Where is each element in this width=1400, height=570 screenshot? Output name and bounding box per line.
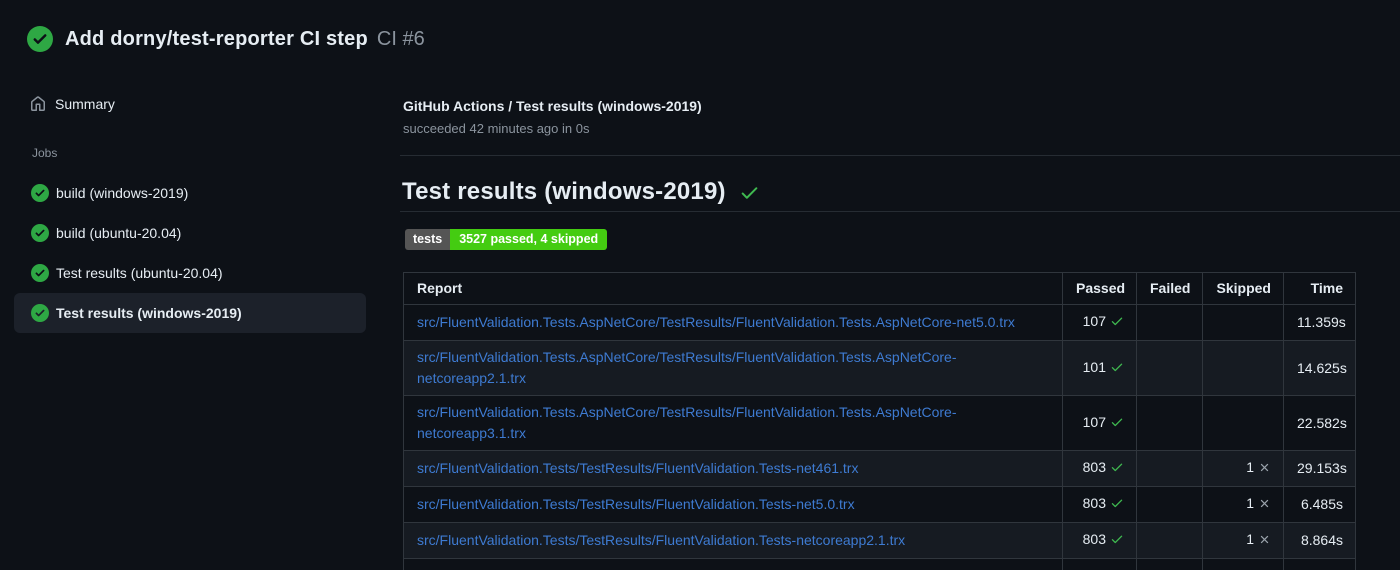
column-header-skipped: Skipped [1202, 272, 1284, 305]
table-header-row: Report Passed Failed Skipped Time [403, 272, 1356, 305]
column-header-failed: Failed [1136, 272, 1203, 305]
time-cell: 14.625s [1283, 340, 1356, 396]
job-label: build (ubuntu-20.04) [56, 225, 182, 241]
badge-value: 3527 passed, 4 skipped [450, 229, 608, 250]
failed-cell [1136, 395, 1203, 451]
sidebar-item-job[interactable]: build (windows-2019) [14, 173, 366, 213]
badge-label: tests [405, 229, 451, 250]
x-icon [1258, 459, 1271, 480]
report-link[interactable]: src/FluentValidation.Tests.AspNetCore/Te… [417, 404, 957, 441]
passed-cell: 107 [1062, 395, 1137, 451]
time-cell: 11.359s [1283, 304, 1356, 341]
passed-cell: 803 [1062, 522, 1137, 559]
passed-cell: 101 [1062, 340, 1137, 396]
check-icon [1110, 459, 1124, 480]
check-circle-icon [31, 224, 49, 242]
sidebar-item-job[interactable]: Test results (windows-2019) [14, 293, 366, 333]
divider [400, 211, 1400, 212]
job-label: Test results (ubuntu-20.04) [56, 265, 223, 281]
job-label: build (windows-2019) [56, 185, 189, 201]
report-link[interactable]: src/FluentValidation.Tests.AspNetCore/Te… [417, 314, 1015, 330]
time-cell: 29.153s [1283, 450, 1356, 487]
column-header-time: Time [1283, 272, 1356, 305]
passed-cell: 803 [1062, 558, 1137, 570]
failed-cell [1136, 340, 1203, 396]
check-circle-icon [31, 184, 49, 202]
skipped-cell [1202, 395, 1284, 451]
divider [400, 155, 1400, 156]
skipped-cell: 1 [1202, 486, 1284, 523]
sidebar: Summary Jobs build (windows-2019) build … [0, 88, 380, 333]
table-row: src/FluentValidation.Tests.AspNetCore/Te… [403, 304, 1356, 341]
run-number: CI #6 [376, 27, 425, 50]
section-title: Test results (windows-2019) [402, 178, 726, 205]
check-circle-icon [31, 264, 49, 282]
run-header: Add dorny/test-reporter CI step CI #6 [27, 26, 425, 52]
test-results-table: Report Passed Failed Skipped Time src/Fl… [403, 272, 1356, 570]
time-cell: 22.582s [1283, 395, 1356, 451]
page-title: Add dorny/test-reporter CI step [65, 27, 368, 50]
column-header-report: Report [403, 272, 1063, 305]
table-row: src/FluentValidation.Tests.AspNetCore/Te… [403, 340, 1356, 396]
check-run-status: succeeded 42 minutes ago in 0s [403, 121, 590, 136]
home-icon [30, 96, 46, 112]
report-link[interactable]: src/FluentValidation.Tests/TestResults/F… [417, 460, 858, 476]
passed-cell: 107 [1062, 304, 1137, 341]
passed-cell: 803 [1062, 450, 1137, 487]
check-circle-icon [31, 304, 49, 322]
skipped-cell: 1 [1202, 558, 1284, 570]
check-icon [1110, 531, 1124, 552]
x-icon [1258, 531, 1271, 552]
failed-cell [1136, 450, 1203, 487]
check-icon [1110, 313, 1124, 334]
skipped-cell [1202, 340, 1284, 396]
check-icon [1110, 414, 1124, 435]
table-row: src/FluentValidation.Tests/TestResults/F… [403, 450, 1356, 487]
summary-label: Summary [55, 96, 115, 112]
report-link[interactable]: src/FluentValidation.Tests.AspNetCore/Te… [417, 349, 957, 386]
tests-badge: tests 3527 passed, 4 skipped [405, 229, 608, 250]
failed-cell [1136, 304, 1203, 341]
time-cell: 8.864s [1283, 522, 1356, 559]
check-circle-icon [27, 26, 53, 52]
jobs-section-label: Jobs [32, 146, 58, 160]
failed-cell [1136, 486, 1203, 523]
check-icon [1110, 359, 1124, 380]
sidebar-item-job[interactable]: Test results (ubuntu-20.04) [14, 253, 366, 293]
job-list: build (windows-2019) build (ubuntu-20.04… [0, 173, 380, 333]
time-cell: 7.503s [1283, 558, 1356, 570]
table-row: src/FluentValidation.Tests/TestResults/F… [403, 558, 1356, 570]
check-run-header: GitHub Actions / Test results (windows-2… [403, 96, 702, 136]
table-row: src/FluentValidation.Tests/TestResults/F… [403, 522, 1356, 559]
skipped-cell: 1 [1202, 522, 1284, 559]
skipped-cell [1202, 304, 1284, 341]
table-row: src/FluentValidation.Tests.AspNetCore/Te… [403, 395, 1356, 451]
job-label: Test results (windows-2019) [56, 305, 242, 321]
check-icon [739, 182, 760, 203]
table-row: src/FluentValidation.Tests/TestResults/F… [403, 486, 1356, 523]
passed-cell: 803 [1062, 486, 1137, 523]
sidebar-item-summary[interactable]: Summary [0, 88, 380, 120]
failed-cell [1136, 522, 1203, 559]
section-heading: Test results (windows-2019) [402, 177, 760, 207]
column-header-passed: Passed [1062, 272, 1137, 305]
report-link[interactable]: src/FluentValidation.Tests/TestResults/F… [417, 496, 855, 512]
sidebar-item-job[interactable]: build (ubuntu-20.04) [14, 213, 366, 253]
report-link[interactable]: src/FluentValidation.Tests/TestResults/F… [417, 532, 905, 548]
skipped-cell: 1 [1202, 450, 1284, 487]
failed-cell [1136, 558, 1203, 570]
check-run-title: GitHub Actions / Test results (windows-2… [403, 98, 702, 114]
time-cell: 6.485s [1283, 486, 1356, 523]
x-icon [1258, 495, 1271, 516]
check-icon [1110, 495, 1124, 516]
